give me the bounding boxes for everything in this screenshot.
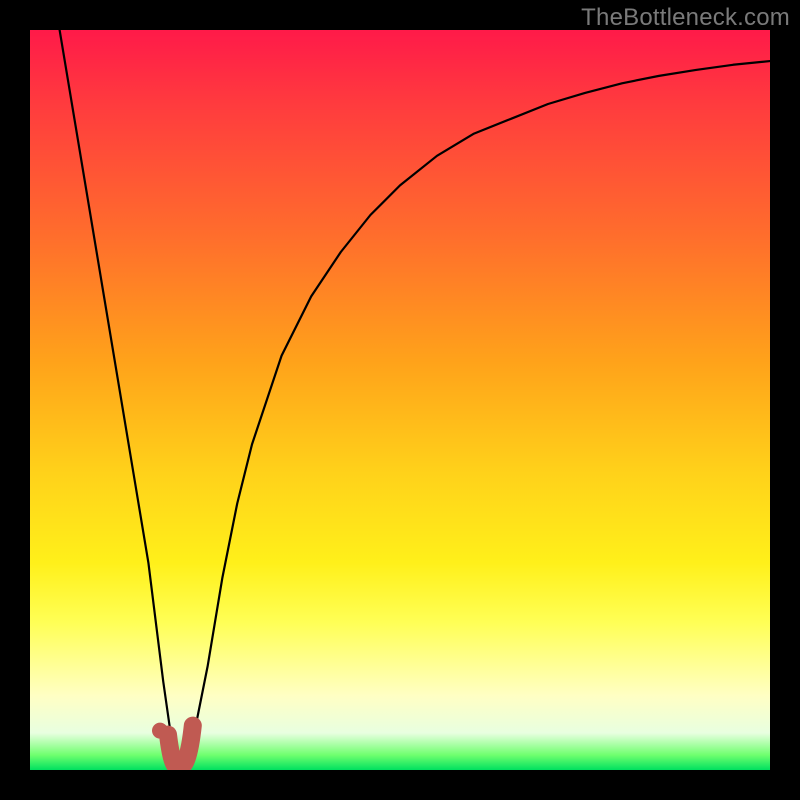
chart-frame: TheBottleneck.com: [0, 0, 800, 800]
gradient-plot-area: [30, 30, 770, 770]
watermark-text: TheBottleneck.com: [581, 4, 790, 32]
